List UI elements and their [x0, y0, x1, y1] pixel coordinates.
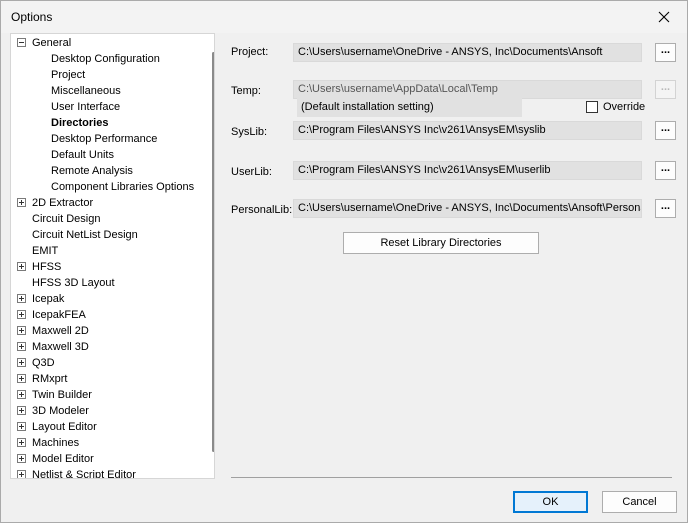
tree-item-label: General: [32, 37, 72, 49]
tree-item-label: Desktop Performance: [51, 133, 158, 145]
tree-item-label: 3D Modeler: [32, 405, 89, 417]
tree-item-label: Component Libraries Options: [51, 181, 195, 193]
personallib-browse-button[interactable]: ...: [655, 199, 676, 218]
expand-icon[interactable]: [17, 326, 26, 335]
tree-item-label: Model Editor: [32, 453, 94, 465]
tree-item-label: Miscellaneous: [51, 85, 121, 97]
cancel-button[interactable]: Cancel: [602, 491, 677, 513]
tree-item-label: Netlist & Script Editor: [32, 469, 136, 479]
tree-item-label: Desktop Configuration: [51, 53, 160, 65]
expand-icon[interactable]: [17, 422, 26, 431]
temp-path-field[interactable]: C:\Users\username\AppData\Local\Temp: [293, 80, 642, 99]
syslib-path-field[interactable]: C:\Program Files\ANSYS Inc\v261\AnsysEM\…: [293, 121, 642, 140]
expand-icon[interactable]: [17, 438, 26, 447]
expand-icon[interactable]: [17, 390, 26, 399]
close-icon: [658, 11, 670, 23]
tree-item-label: Twin Builder: [32, 389, 92, 401]
tree-item-label: Icepak: [32, 293, 65, 305]
tree-item-label: Machines: [32, 437, 80, 449]
temp-default-note: (Default installation setting): [297, 98, 522, 117]
ok-button[interactable]: OK: [513, 491, 588, 513]
tree-item-label: EMIT: [32, 245, 59, 257]
footer-separator: [231, 477, 672, 478]
tree-item-label: HFSS 3D Layout: [32, 277, 115, 289]
tree-item-label: Maxwell 2D: [32, 325, 89, 337]
tree-item-label: Default Units: [51, 149, 114, 161]
reset-library-directories-button[interactable]: Reset Library Directories: [343, 232, 539, 254]
tree-item-label: Q3D: [32, 357, 55, 369]
syslib-browse-button[interactable]: ...: [655, 121, 676, 140]
tree-item-label: IcepakFEA: [32, 309, 86, 321]
title-bar: Options: [1, 1, 687, 33]
temp-browse-button[interactable]: ...: [655, 80, 676, 99]
expand-icon[interactable]: [17, 310, 26, 319]
userlib-label: UserLib:: [231, 166, 272, 178]
options-dialog: Options General Desktop Configuration Proj…: [0, 0, 688, 523]
userlib-path-field[interactable]: C:\Program Files\ANSYS Inc\v261\AnsysEM\…: [293, 161, 642, 180]
tree-item-label: Circuit Design: [32, 213, 101, 225]
tree-item-label: 2D Extractor: [32, 197, 94, 209]
expand-icon[interactable]: [17, 358, 26, 367]
tree-item-label: Maxwell 3D: [32, 341, 89, 353]
personallib-label: PersonalLib:: [231, 204, 293, 216]
expand-icon[interactable]: [17, 198, 26, 207]
tree-scrollbar[interactable]: [212, 36, 214, 478]
close-button[interactable]: [641, 1, 687, 33]
userlib-browse-button[interactable]: ...: [655, 161, 676, 180]
window-title: Options: [11, 10, 53, 24]
expand-icon[interactable]: [17, 454, 26, 463]
scrollbar-thumb[interactable]: [212, 52, 214, 452]
tree-item-label: Remote Analysis: [51, 165, 133, 177]
tree-item-label: RMxprt: [32, 373, 68, 385]
tree-item-label: HFSS: [32, 261, 62, 273]
personallib-path-field[interactable]: C:\Users\username\OneDrive - ANSYS, Inc\…: [293, 199, 642, 218]
tree-item-label: Layout Editor: [32, 421, 97, 433]
expand-icon[interactable]: [17, 294, 26, 303]
expand-icon[interactable]: [17, 406, 26, 415]
project-label: Project:: [231, 46, 269, 58]
options-tree[interactable]: General Desktop Configuration Project Misce…: [10, 33, 215, 479]
expand-icon[interactable]: [17, 374, 26, 383]
override-checkbox[interactable]: [586, 101, 598, 113]
collapse-icon[interactable]: [17, 38, 26, 47]
project-path-field[interactable]: C:\Users\username\OneDrive - ANSYS, Inc\…: [293, 43, 642, 62]
temp-label: Temp:: [231, 85, 261, 97]
expand-icon[interactable]: [17, 342, 26, 351]
syslib-label: SysLib:: [231, 126, 268, 138]
expand-icon[interactable]: [17, 262, 26, 271]
tree-item-label: User Interface: [51, 101, 121, 113]
expand-icon[interactable]: [17, 470, 26, 478]
tree-item-label: Circuit NetList Design: [32, 229, 138, 241]
tree-item-label: Project: [51, 69, 86, 81]
tree-item-label: Directories: [51, 117, 109, 129]
project-browse-button[interactable]: ...: [655, 43, 676, 62]
override-label: Override: [603, 101, 646, 113]
